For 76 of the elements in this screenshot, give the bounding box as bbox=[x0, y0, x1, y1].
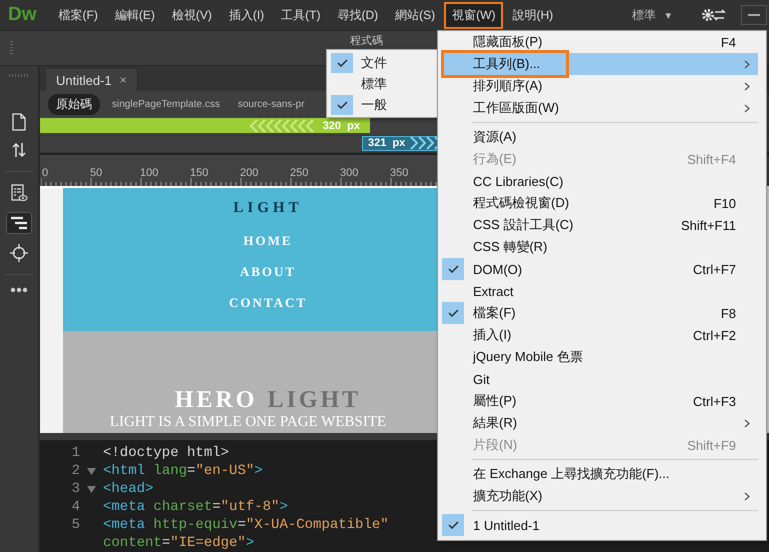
site-logo: LIGHT bbox=[233, 200, 303, 217]
code-line: <head> bbox=[103, 481, 154, 497]
crosshair-icon[interactable] bbox=[10, 244, 28, 262]
menu-item[interactable]: jQuery Mobile 色票 bbox=[438, 346, 758, 368]
menu-item[interactable]: Extract bbox=[438, 280, 758, 302]
submenu-item[interactable]: 一般 bbox=[327, 94, 439, 115]
list-preview-icon[interactable] bbox=[10, 184, 28, 202]
menu-bar-item[interactable]: 編輯(E) bbox=[106, 2, 163, 28]
fold-icon[interactable] bbox=[87, 486, 96, 492]
menu-item[interactable]: 工具列(B)... bbox=[441, 53, 758, 75]
menu-item[interactable]: 插入(I) Ctrl+F2 bbox=[438, 324, 758, 346]
related-file-tab[interactable]: source-sans-pr bbox=[232, 97, 311, 112]
check-icon bbox=[448, 265, 458, 273]
menu-bar-item[interactable]: 檢視(V) bbox=[164, 2, 220, 28]
settings-icon[interactable] bbox=[701, 7, 727, 23]
check-icon bbox=[336, 100, 348, 108]
submenu-item[interactable]: 標準 bbox=[327, 73, 439, 94]
line-number: 5 bbox=[70, 517, 80, 533]
menu-item[interactable]: 結果(R) bbox=[438, 412, 758, 434]
related-file-tab[interactable]: 原始碼 bbox=[48, 94, 100, 116]
menu-bar-item[interactable]: 工具(T) bbox=[273, 2, 328, 28]
menu-item[interactable]: 屬性(P) Ctrl+F3 bbox=[438, 390, 758, 412]
line-number: 4 bbox=[70, 499, 80, 515]
ruler-label: 100 bbox=[140, 167, 158, 179]
line-number: 3 bbox=[70, 481, 80, 497]
menu-item[interactable]: 檔案(F) F8 bbox=[438, 302, 758, 324]
hero-tagline: LIGHT IS A SIMPLE ONE PAGE WEBSITE bbox=[110, 414, 386, 431]
ruler-label: 200 bbox=[240, 167, 258, 179]
code-line: <meta http-equiv="X-UA-Compatible" bbox=[103, 517, 389, 533]
menu-item[interactable]: 在 Exchange 上尋找擴充功能(F)... bbox=[438, 463, 758, 485]
document-tab[interactable]: Untitled-1 × bbox=[46, 69, 138, 92]
fold-icon[interactable] bbox=[87, 468, 96, 474]
menu-bar-item[interactable]: 視窗(W) bbox=[444, 2, 504, 28]
menu-bar-item[interactable]: 插入(I) bbox=[220, 2, 272, 28]
menu-item[interactable]: 程式碼檢視窗(D) F10 bbox=[438, 192, 758, 214]
ruler-label: 0 bbox=[42, 167, 48, 179]
app-logo: Dw bbox=[8, 4, 36, 26]
menu-item[interactable]: Git bbox=[438, 368, 758, 390]
menu-item[interactable]: CSS 轉變(R) bbox=[438, 236, 758, 258]
workspace-dropdown[interactable]: 標準 ▾ bbox=[632, 6, 671, 24]
check-icon bbox=[448, 521, 458, 529]
menu-item[interactable]: 排列順序(A) bbox=[438, 75, 758, 97]
up-down-arrows-icon[interactable] bbox=[11, 141, 27, 159]
menu-item[interactable]: 隱藏面板(P) F4 bbox=[438, 31, 758, 53]
line-number: 1 bbox=[70, 445, 80, 461]
ruler-label: 250 bbox=[290, 167, 308, 179]
code-line: content="IE=edge"> bbox=[103, 535, 254, 551]
line-number: 2 bbox=[70, 463, 80, 479]
dom-panel-button[interactable] bbox=[6, 212, 32, 234]
menu-bar-item[interactable]: 說明(H) bbox=[504, 2, 562, 28]
menu-bar-item[interactable]: 檔案(F) bbox=[50, 2, 106, 28]
ruler-label: 300 bbox=[340, 167, 358, 179]
check-icon bbox=[448, 309, 458, 317]
check-icon bbox=[336, 58, 348, 66]
code-line: <meta charset="utf-8"> bbox=[103, 499, 288, 515]
code-line: <!doctype html> bbox=[103, 445, 230, 461]
more-icon[interactable] bbox=[10, 287, 28, 293]
related-file-tab[interactable]: singlePageTemplate.css bbox=[106, 97, 226, 112]
menu-item[interactable]: CC Libraries(C) bbox=[438, 170, 758, 192]
lines-icon bbox=[10, 216, 28, 230]
menu-item[interactable]: CSS 設計工具(C) Shift+F11 bbox=[438, 214, 758, 236]
menu-item[interactable]: DOM(O) Ctrl+F7 bbox=[438, 258, 758, 280]
ruler-label: 150 bbox=[190, 167, 208, 179]
menu-bar-item[interactable]: 網站(S) bbox=[387, 2, 444, 28]
menu-item[interactable]: 工作區版面(W) bbox=[438, 97, 758, 119]
ruler-label: 50 bbox=[90, 167, 102, 179]
code-view-button[interactable]: 程式碼 bbox=[350, 33, 383, 48]
code-line: <html lang="en-US"> bbox=[103, 463, 263, 479]
file-icon[interactable] bbox=[11, 113, 27, 131]
minimize-button[interactable] bbox=[741, 5, 767, 25]
hero-title: HERO LIGHT bbox=[174, 386, 362, 414]
menu-bar-item[interactable]: 尋找(D) bbox=[329, 2, 386, 28]
submenu-item[interactable]: 文件 bbox=[327, 52, 439, 73]
menu-item[interactable]: 1 Untitled-1 bbox=[438, 514, 758, 536]
ruler-label: 350 bbox=[390, 167, 408, 179]
menu-item[interactable]: 擴充功能(X) bbox=[438, 485, 758, 507]
